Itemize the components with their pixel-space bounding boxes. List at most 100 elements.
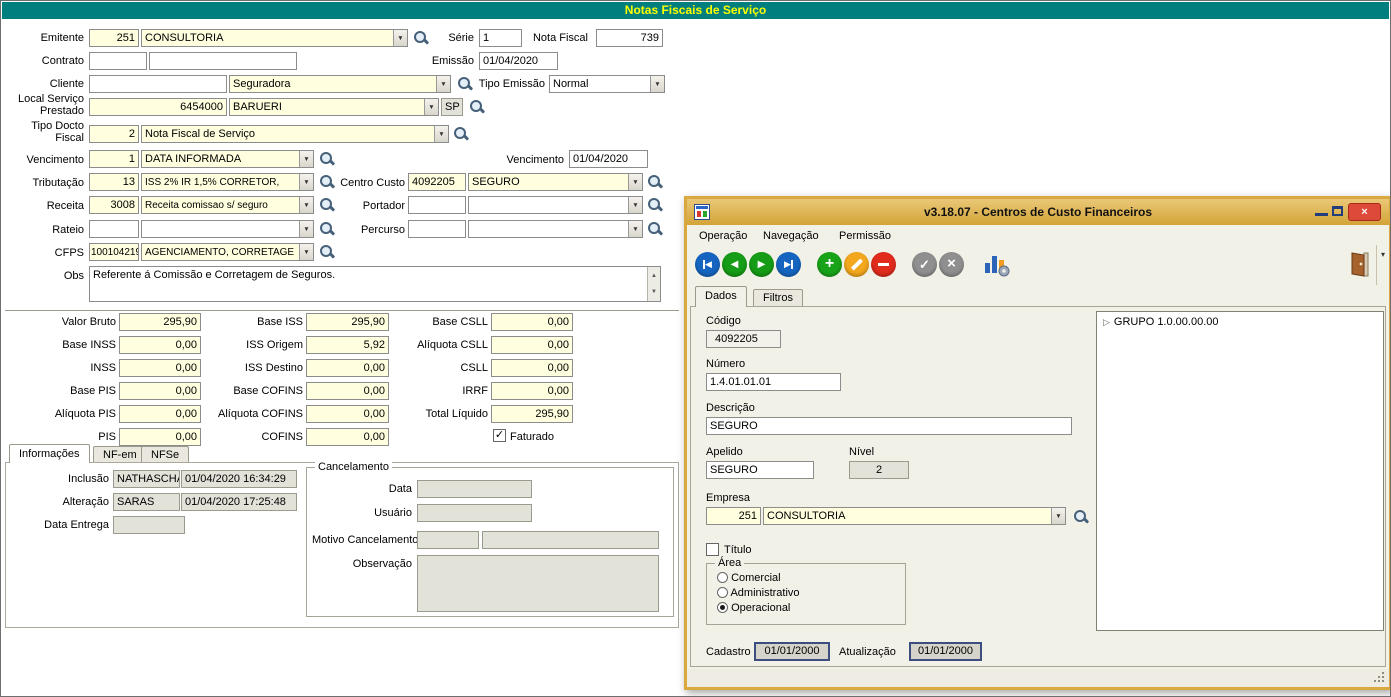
tributacao-search-icon[interactable] (319, 174, 334, 190)
emitente-combo[interactable]: CONSULTORIA ▼ (141, 29, 408, 47)
base-inss-field[interactable]: 0,00 (119, 336, 201, 354)
obs-scrollbar[interactable]: ▲ ▼ (647, 267, 660, 301)
radio-selected-icon[interactable] (717, 602, 728, 613)
atualizacao-field[interactable]: 01/01/2000 (909, 642, 982, 661)
tipo-docto-code-field[interactable]: 2 (89, 125, 139, 143)
cfps-combo[interactable]: AGENCIAMENTO, CORRETAGE ▼ (141, 243, 314, 261)
emissao-field[interactable]: 01/04/2020 (479, 52, 558, 70)
apelido-field[interactable]: SEGURO (706, 461, 814, 479)
vencimento-data-field[interactable]: 01/04/2020 (569, 150, 648, 168)
chevron-down-icon[interactable]: ▼ (299, 221, 313, 237)
vencimento-combo[interactable]: DATA INFORMADA ▼ (141, 150, 314, 168)
radio-operacional[interactable]: Operacional (717, 602, 790, 614)
radio-icon[interactable] (717, 572, 728, 583)
edit-button[interactable] (844, 252, 869, 277)
cliente-code-field[interactable] (89, 75, 227, 93)
tree-expander-icon[interactable]: ▷ (1103, 317, 1110, 328)
resize-grip[interactable] (1374, 672, 1386, 684)
tree-node-grupo[interactable]: ▷ GRUPO 1.0.00.00.00 (1097, 312, 1383, 332)
chevron-down-icon[interactable]: ▼ (424, 99, 438, 115)
contrato-desc-field[interactable] (149, 52, 297, 70)
portador-search-icon[interactable] (647, 197, 662, 213)
cliente-combo[interactable]: Seguradora ▼ (229, 75, 451, 93)
irrf-field[interactable]: 0,00 (491, 382, 573, 400)
emitente-search-icon[interactable] (413, 30, 428, 46)
faturado-checkbox[interactable]: ✓ (493, 429, 506, 442)
iss-origem-field[interactable]: 5,92 (306, 336, 389, 354)
cancel-button[interactable]: × (939, 252, 964, 277)
tab-dados[interactable]: Dados (695, 286, 747, 307)
nav-prev-button[interactable]: ◀ (722, 252, 747, 277)
menu-operacao[interactable]: Operação (695, 229, 751, 243)
valor-bruto-field[interactable]: 295,90 (119, 313, 201, 331)
chevron-down-icon[interactable]: ▼ (436, 76, 450, 92)
contrato-code-field[interactable] (89, 52, 147, 70)
codigo-field[interactable]: 4092205 (706, 330, 781, 348)
obs-field[interactable]: Referente á Comissão e Corretagem de Seg… (89, 266, 661, 302)
vencimento-search-icon[interactable] (319, 151, 334, 167)
scroll-up-icon[interactable]: ▲ (648, 269, 660, 283)
tab-filtros[interactable]: Filtros (753, 289, 803, 306)
aliquota-cofins-field[interactable]: 0,00 (306, 405, 389, 423)
chevron-down-icon[interactable]: ▼ (299, 197, 313, 213)
percurso-code-field[interactable] (408, 220, 466, 238)
chevron-down-icon[interactable]: ▼ (434, 126, 448, 142)
rateio-search-icon[interactable] (319, 221, 334, 237)
tributacao-combo[interactable]: ISS 2% IR 1,5% CORRETOR, ▼ (141, 173, 314, 191)
radio-icon[interactable] (717, 587, 728, 598)
chevron-down-icon[interactable]: ▼ (1051, 508, 1065, 524)
chevron-down-icon[interactable]: ▼ (628, 174, 642, 190)
nav-first-button[interactable]: ◀ (695, 252, 720, 277)
titulo-checkbox[interactable] (706, 543, 719, 556)
nav-last-button[interactable]: ▶ (776, 252, 801, 277)
base-csll-field[interactable]: 0,00 (491, 313, 573, 331)
rateio-combo[interactable]: ▼ (141, 220, 314, 238)
csll-field[interactable]: 0,00 (491, 359, 573, 377)
receita-search-icon[interactable] (319, 197, 334, 213)
tipo-docto-search-icon[interactable] (453, 126, 468, 142)
receita-combo[interactable]: Receita comissao s/ seguro ▼ (141, 196, 314, 214)
rateio-code-field[interactable] (89, 220, 139, 238)
tab-nf-em[interactable]: NF-em (93, 446, 147, 463)
pis-field[interactable]: 0,00 (119, 428, 201, 446)
base-cofins-field[interactable]: 0,00 (306, 382, 389, 400)
inss-field[interactable]: 0,00 (119, 359, 201, 377)
aliquota-csll-field[interactable]: 0,00 (491, 336, 573, 354)
centro-custo-search-icon[interactable] (647, 174, 662, 190)
scroll-down-icon[interactable]: ▼ (648, 285, 660, 299)
ccf-titlebar[interactable]: v3.18.07 - Centros de Custo Financeiros … (687, 199, 1389, 225)
cofins-field[interactable]: 0,00 (306, 428, 389, 446)
empresa-combo[interactable]: CONSULTORIA ▼ (763, 507, 1066, 525)
empresa-search-icon[interactable] (1073, 509, 1088, 525)
nota-fiscal-field[interactable]: 739 (596, 29, 663, 47)
portador-code-field[interactable] (408, 196, 466, 214)
maximize-icon[interactable] (1332, 206, 1343, 216)
percurso-search-icon[interactable] (647, 221, 662, 237)
descricao-field[interactable]: SEGURO (706, 417, 1072, 435)
emitente-code-field[interactable]: 251 (89, 29, 139, 47)
base-iss-field[interactable]: 295,90 (306, 313, 389, 331)
radio-administrativo[interactable]: Administrativo (717, 587, 800, 599)
add-button[interactable]: + (817, 252, 842, 277)
tipo-emissao-combo[interactable]: Normal ▼ (549, 75, 665, 93)
radio-comercial[interactable]: Comercial (717, 572, 781, 584)
nav-next-button[interactable]: ▶ (749, 252, 774, 277)
minimize-icon[interactable] (1315, 213, 1328, 216)
delete-button[interactable] (871, 252, 896, 277)
cfps-code-field[interactable]: 100104219 (89, 243, 139, 261)
menu-permissao[interactable]: Permissão (835, 229, 895, 243)
vencimento-code-field[interactable]: 1 (89, 150, 139, 168)
percurso-combo[interactable]: ▼ (468, 220, 643, 238)
chevron-down-icon[interactable]: ▼ (628, 221, 642, 237)
aliquota-pis-field[interactable]: 0,00 (119, 405, 201, 423)
chevron-down-icon[interactable]: ▼ (299, 244, 313, 260)
chart-button[interactable] (983, 252, 1011, 281)
chevron-down-icon[interactable]: ▼ (393, 30, 407, 46)
exit-button[interactable] (1349, 251, 1371, 281)
local-search-icon[interactable] (469, 99, 484, 115)
menu-navegacao[interactable]: Navegação (759, 229, 823, 243)
centro-custo-combo[interactable]: SEGURO ▼ (468, 173, 643, 191)
chevron-down-icon[interactable]: ▼ (299, 151, 313, 167)
total-liquido-field[interactable]: 295,90 (491, 405, 573, 423)
tributacao-code-field[interactable]: 13 (89, 173, 139, 191)
